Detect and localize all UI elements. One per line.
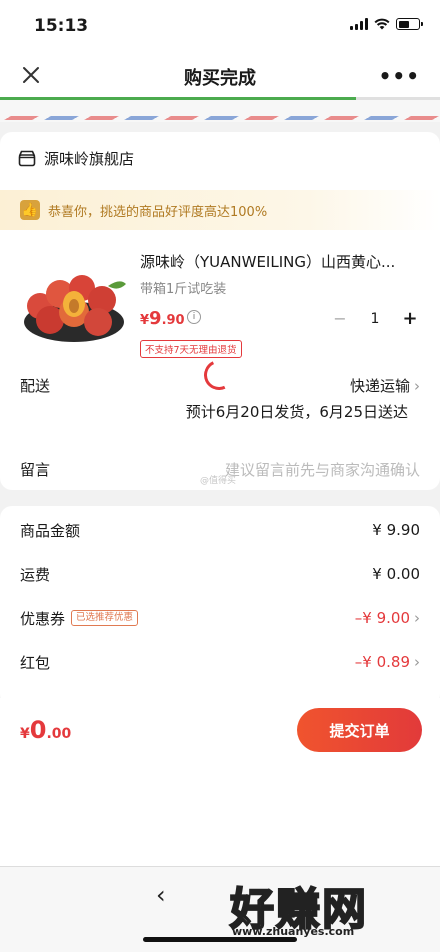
- fee-label: 红包: [20, 653, 51, 672]
- fee-label: 优惠券: [20, 609, 66, 628]
- product-price: ¥9.90: [140, 308, 185, 329]
- watermark: @值得买: [200, 476, 237, 486]
- price-decimal: .90: [161, 313, 185, 328]
- redpacket-value-group: –¥ 0.89 ›: [355, 653, 420, 671]
- decrease-button[interactable]: −: [330, 309, 350, 328]
- store-name: 源味岭旗舰店: [44, 150, 135, 168]
- order-card: 源味岭旗舰店 👍 恭喜你，挑选的商品好评度高达100% 源味岭（YUANWEIL…: [0, 132, 440, 490]
- signal-icon: [350, 18, 368, 30]
- back-icon[interactable]: ‹: [156, 881, 166, 909]
- fee-value: ¥ 0.00: [372, 565, 420, 583]
- delivery-label: 配送: [20, 377, 51, 395]
- info-icon[interactable]: i: [187, 310, 201, 324]
- fee-row-goods: 商品金额 ¥ 9.90: [20, 519, 420, 541]
- wifi-icon: [374, 18, 390, 30]
- fee-row-shipping: 运费 ¥ 0.00: [20, 563, 420, 585]
- submit-order-button[interactable]: 提交订单: [297, 708, 422, 752]
- delivery-method[interactable]: 快递运输 ›: [350, 375, 420, 396]
- chevron-right-icon: ›: [414, 653, 420, 671]
- congrats-text: 恭喜你，挑选的商品好评度高达100%: [48, 204, 268, 220]
- chevron-right-icon: ›: [414, 609, 420, 627]
- home-indicator[interactable]: [143, 937, 297, 942]
- checkout-bar: ¥0.00 提交订单: [0, 698, 440, 866]
- recommended-coupon-tag: 已选推荐优惠: [71, 610, 139, 626]
- delivery-method-value: 快递运输: [349, 377, 410, 395]
- status-icons: [350, 18, 423, 30]
- fee-label: 运费: [20, 565, 51, 584]
- status-bar: 15:13: [0, 0, 440, 52]
- price-integer: 9: [149, 308, 162, 329]
- fee-label: 商品金额: [20, 521, 81, 540]
- fee-value: ¥ 9.90: [372, 521, 420, 539]
- product-image[interactable]: [20, 264, 128, 344]
- delivery-eta: 预计6月20日发货，6月25日送达: [185, 403, 408, 421]
- total-price: ¥0.00: [20, 716, 71, 744]
- browser-bottom-bar: ‹ 好赚网 www.zhuanyes.com: [0, 866, 440, 952]
- loading-spinner: [199, 355, 239, 395]
- battery-icon: [396, 18, 423, 30]
- message-input[interactable]: 建议留言前先与商家沟通确认: [225, 459, 420, 480]
- thumbs-up-icon: 👍: [20, 200, 40, 220]
- airmail-border: [0, 100, 440, 122]
- total-symbol: ¥: [20, 726, 30, 742]
- status-time: 15:13: [34, 16, 89, 36]
- no-return-badge: 不支持7天无理由退货: [140, 340, 242, 358]
- product-spec: 带箱1斤试吃装: [140, 282, 227, 297]
- total-integer: 0: [29, 716, 47, 744]
- total-decimal: .00: [46, 726, 72, 742]
- price-symbol: ¥: [140, 313, 150, 328]
- fee-row-coupon[interactable]: 优惠券 已选推荐优惠 –¥ 9.00 ›: [20, 607, 420, 629]
- quantity-stepper: − 1 +: [330, 308, 420, 329]
- coupon-value-group: –¥ 9.00 ›: [355, 609, 420, 627]
- increase-button[interactable]: +: [400, 308, 420, 329]
- nav-bar: 购买完成 •••: [0, 52, 440, 98]
- fee-card: 商品金额 ¥ 9.90 运费 ¥ 0.00 优惠券 已选推荐优惠 –¥ 9.00…: [0, 506, 440, 706]
- quantity-value[interactable]: 1: [350, 311, 400, 327]
- message-label: 留言: [20, 461, 51, 479]
- more-icon[interactable]: •••: [379, 64, 420, 88]
- product-title[interactable]: 源味岭（YUANWEILING）山西黄心...: [140, 251, 422, 272]
- fee-value: –¥ 0.89: [354, 653, 410, 671]
- fee-value: –¥ 9.00: [354, 609, 410, 627]
- fee-row-redpacket[interactable]: 红包 –¥ 0.89 ›: [20, 651, 420, 673]
- congrats-banner: 👍 恭喜你，挑选的商品好评度高达100%: [0, 190, 440, 230]
- chevron-right-icon: ›: [414, 377, 420, 395]
- store-icon: [18, 150, 36, 167]
- store-row[interactable]: 源味岭旗舰店: [18, 148, 134, 169]
- coupon-label-group: 优惠券 已选推荐优惠: [20, 608, 139, 629]
- page-title: 购买完成: [184, 68, 256, 89]
